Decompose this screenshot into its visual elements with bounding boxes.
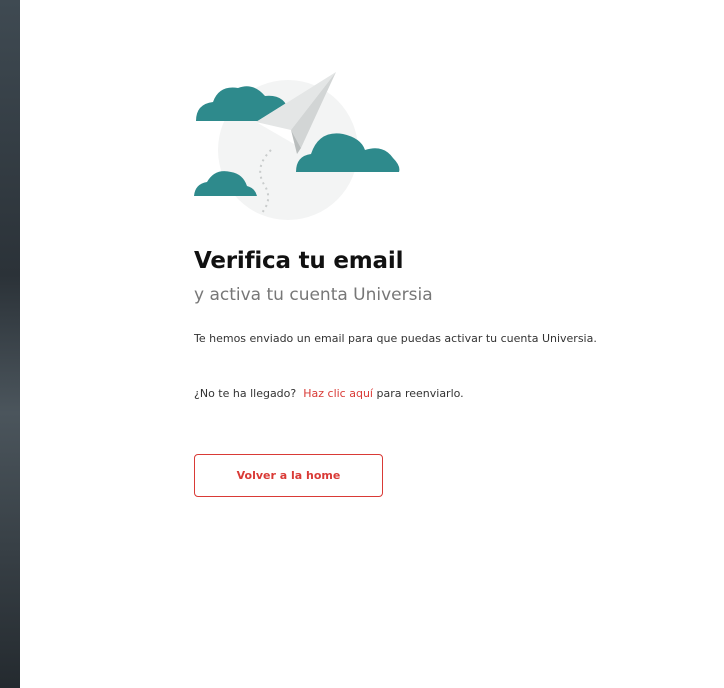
resend-line: ¿No te ha llegado? Haz clic aquí para re… <box>194 387 464 400</box>
email-sent-message: Te hemos enviado un email para que pueda… <box>194 332 597 345</box>
back-to-home-button[interactable]: Volver a la home <box>194 454 383 497</box>
paper-plane-clouds-icon <box>194 72 400 220</box>
resend-email-link[interactable]: Haz clic aquí <box>303 387 373 400</box>
resend-suffix: para reenviarlo. <box>376 387 464 400</box>
page-title: Verifica tu email <box>194 248 404 274</box>
background-photo-strip <box>0 0 20 688</box>
resend-prefix: ¿No te ha llegado? <box>194 387 297 400</box>
page-subtitle: y activa tu cuenta Universia <box>194 285 433 305</box>
